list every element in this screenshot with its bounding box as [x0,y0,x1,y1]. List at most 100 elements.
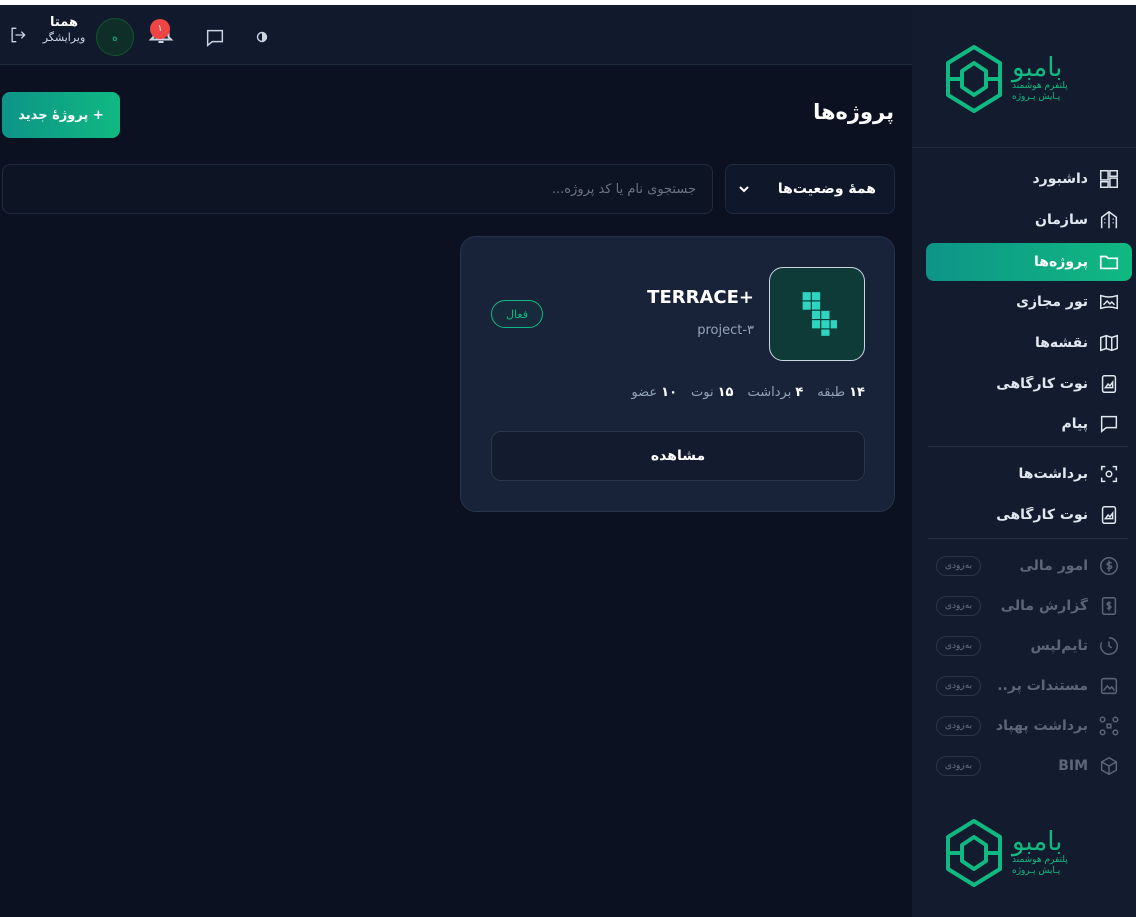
sidebar-item-maps[interactable]: نقشه‌ها [926,324,1132,362]
folder-icon [1098,251,1120,273]
project-thumbnail [769,267,865,361]
stat-captures: ۴برداشت [748,385,804,400]
sidebar-item-label: مستندات پر... [996,678,1088,694]
image-icon [1098,675,1120,697]
sidebar-divider [912,147,1136,148]
building-blocks-icon [801,291,839,337]
stat-notes: ۱۵نوت [691,385,733,400]
panorama-icon [1098,291,1120,313]
status-badge: فعال [491,300,543,328]
logout-icon[interactable] [8,25,28,45]
map-icon [1098,332,1120,354]
brand-name: بامبو [1012,53,1063,83]
stat-label: طبقه [817,385,846,400]
top-header: همتا ویرایشگر ه ۱ [0,5,912,65]
user-name: همتا [50,15,78,30]
sidebar-item-photo-docs: مستندات پر... به‌زودی [926,667,1132,705]
status-filter-value: همهٔ وضعیت‌ها [777,181,876,197]
sidebar-item-organization[interactable]: سازمان [926,201,1132,239]
page-title: پروژه‌ها [813,100,894,124]
stat-value: ۴ [795,385,804,400]
chevron-down-icon [739,186,749,193]
brand-tagline-1: پلتفرم هوشمند [1012,855,1068,865]
project-code: project-۳ [697,323,754,338]
sidebar-separator [928,446,1128,447]
sidebar-item-label: تور مجازی [1016,294,1088,310]
search-input[interactable] [2,164,713,214]
sidebar-item-label: سازمان [1035,212,1088,228]
sidebar-item-finance-report: گزارش مالی به‌زودی [926,587,1132,625]
coming-soon-badge: به‌زودی [936,716,982,736]
brand-tagline-2: پـایش پـروژه [1012,866,1061,876]
stat-value: ۱۴ [849,385,865,400]
sidebar-item-label: نوت کارگاهی [996,376,1088,392]
scan-icon [1098,463,1120,485]
stat-members: ۱۰عضو [631,385,677,400]
project-name: TERRACE+ [647,287,754,308]
theme-icon[interactable] [256,31,268,43]
sidebar-item-label: داشبورد [1032,171,1089,187]
sidebar-item-projects[interactable]: پروژه‌ها [926,243,1132,281]
sidebar-item-bim: BIM به‌زودی [926,747,1132,785]
notebook-icon [1098,504,1120,526]
brand-tagline-1: پلتفرم هوشمند [1012,81,1068,91]
sidebar-item-label: امور مالی [1019,558,1088,574]
sidebar-item-label: برداشت پهپاد [996,718,1088,734]
sidebar-item-label: گزارش مالی [1000,598,1088,614]
avatar[interactable]: ه [96,18,134,56]
stat-label: عضو [631,385,658,400]
message-icon [1098,413,1120,435]
brand-name: بامبو [1012,827,1063,857]
project-stats: ۱۴طبقه ۴برداشت ۱۵نوت ۱۰عضو [631,385,865,400]
user-role: ویرایشگر [42,31,86,44]
report-icon [1098,595,1120,617]
sidebar-item-site-notes[interactable]: نوت کارگاهی [926,365,1132,403]
sidebar-item-drone-capture: برداشت پهپاد به‌زودی [926,707,1132,745]
sidebar-item-label: نقشه‌ها [1034,335,1088,351]
dollar-icon [1098,555,1120,577]
logo-text: بامبو پلتفرم هوشمند پـایش پـروژه [1012,829,1068,877]
coming-soon-badge: به‌زودی [936,636,982,656]
new-project-button[interactable]: + پروژهٔ جدید [2,92,120,138]
logo-mark-icon [946,819,1002,887]
brand-tagline-2: پـایش پـروژه [1012,92,1061,102]
status-filter-select[interactable]: همهٔ وضعیت‌ها [725,164,895,214]
notification-count-badge: ۱ [150,19,170,39]
sidebar-item-messages[interactable]: پیام [926,405,1132,443]
building-icon [1098,209,1120,231]
sidebar-item-label: پروژه‌ها [1034,254,1088,270]
brand-logo[interactable]: بامبو پلتفرم هوشمند پـایش پـروژه [942,39,1102,119]
sidebar-item-label: برداشت‌ها [1018,466,1088,482]
coming-soon-badge: به‌زودی [936,756,982,776]
brand-logo-footer: بامبو پلتفرم هوشمند پـایش پـروژه [942,813,1102,893]
sidebar-item-virtual-tour[interactable]: تور مجازی [926,283,1132,321]
coming-soon-badge: به‌زودی [936,556,982,576]
cube-icon [1098,755,1120,777]
sidebar-item-label: پیام [1061,416,1089,432]
sidebar: بامبو پلتفرم هوشمند پـایش پـروژه داشبورد… [912,5,1136,917]
app-root: بامبو پلتفرم هوشمند پـایش پـروژه داشبورد… [0,0,1136,917]
stat-value: ۱۰ [661,385,678,400]
stat-value: ۱۵ [717,385,734,400]
chat-icon[interactable] [204,27,226,49]
notebook-icon [1098,373,1120,395]
sidebar-item-label: BIM [1058,758,1088,774]
logo-text: بامبو پلتفرم هوشمند پـایش پـروژه [1012,55,1068,103]
stat-label: برداشت [747,385,792,400]
drone-icon [1098,715,1120,737]
sidebar-separator [928,538,1128,539]
view-project-button[interactable]: مشاهده [491,431,865,481]
dashboard-icon [1098,168,1120,190]
clock-icon [1098,635,1120,657]
sidebar-item-label: تایم‌لپس [1030,638,1088,654]
logo-mark-icon [946,45,1002,113]
sidebar-item-timelapse: تایم‌لپس به‌زودی [926,627,1132,665]
notification-button[interactable]: ۱ [146,17,176,47]
coming-soon-badge: به‌زودی [936,676,982,696]
user-info[interactable]: همتا ویرایشگر [40,15,88,45]
sidebar-item-captures[interactable]: برداشت‌ها [926,455,1132,493]
sidebar-item-finance: امور مالی به‌زودی [926,547,1132,585]
project-card[interactable]: TERRACE+ project-۳ فعال ۱۴طبقه ۴برداشت ۱… [460,236,895,512]
sidebar-item-dashboard[interactable]: داشبورد [926,160,1132,198]
sidebar-item-site-notes-2[interactable]: نوت کارگاهی [926,496,1132,534]
